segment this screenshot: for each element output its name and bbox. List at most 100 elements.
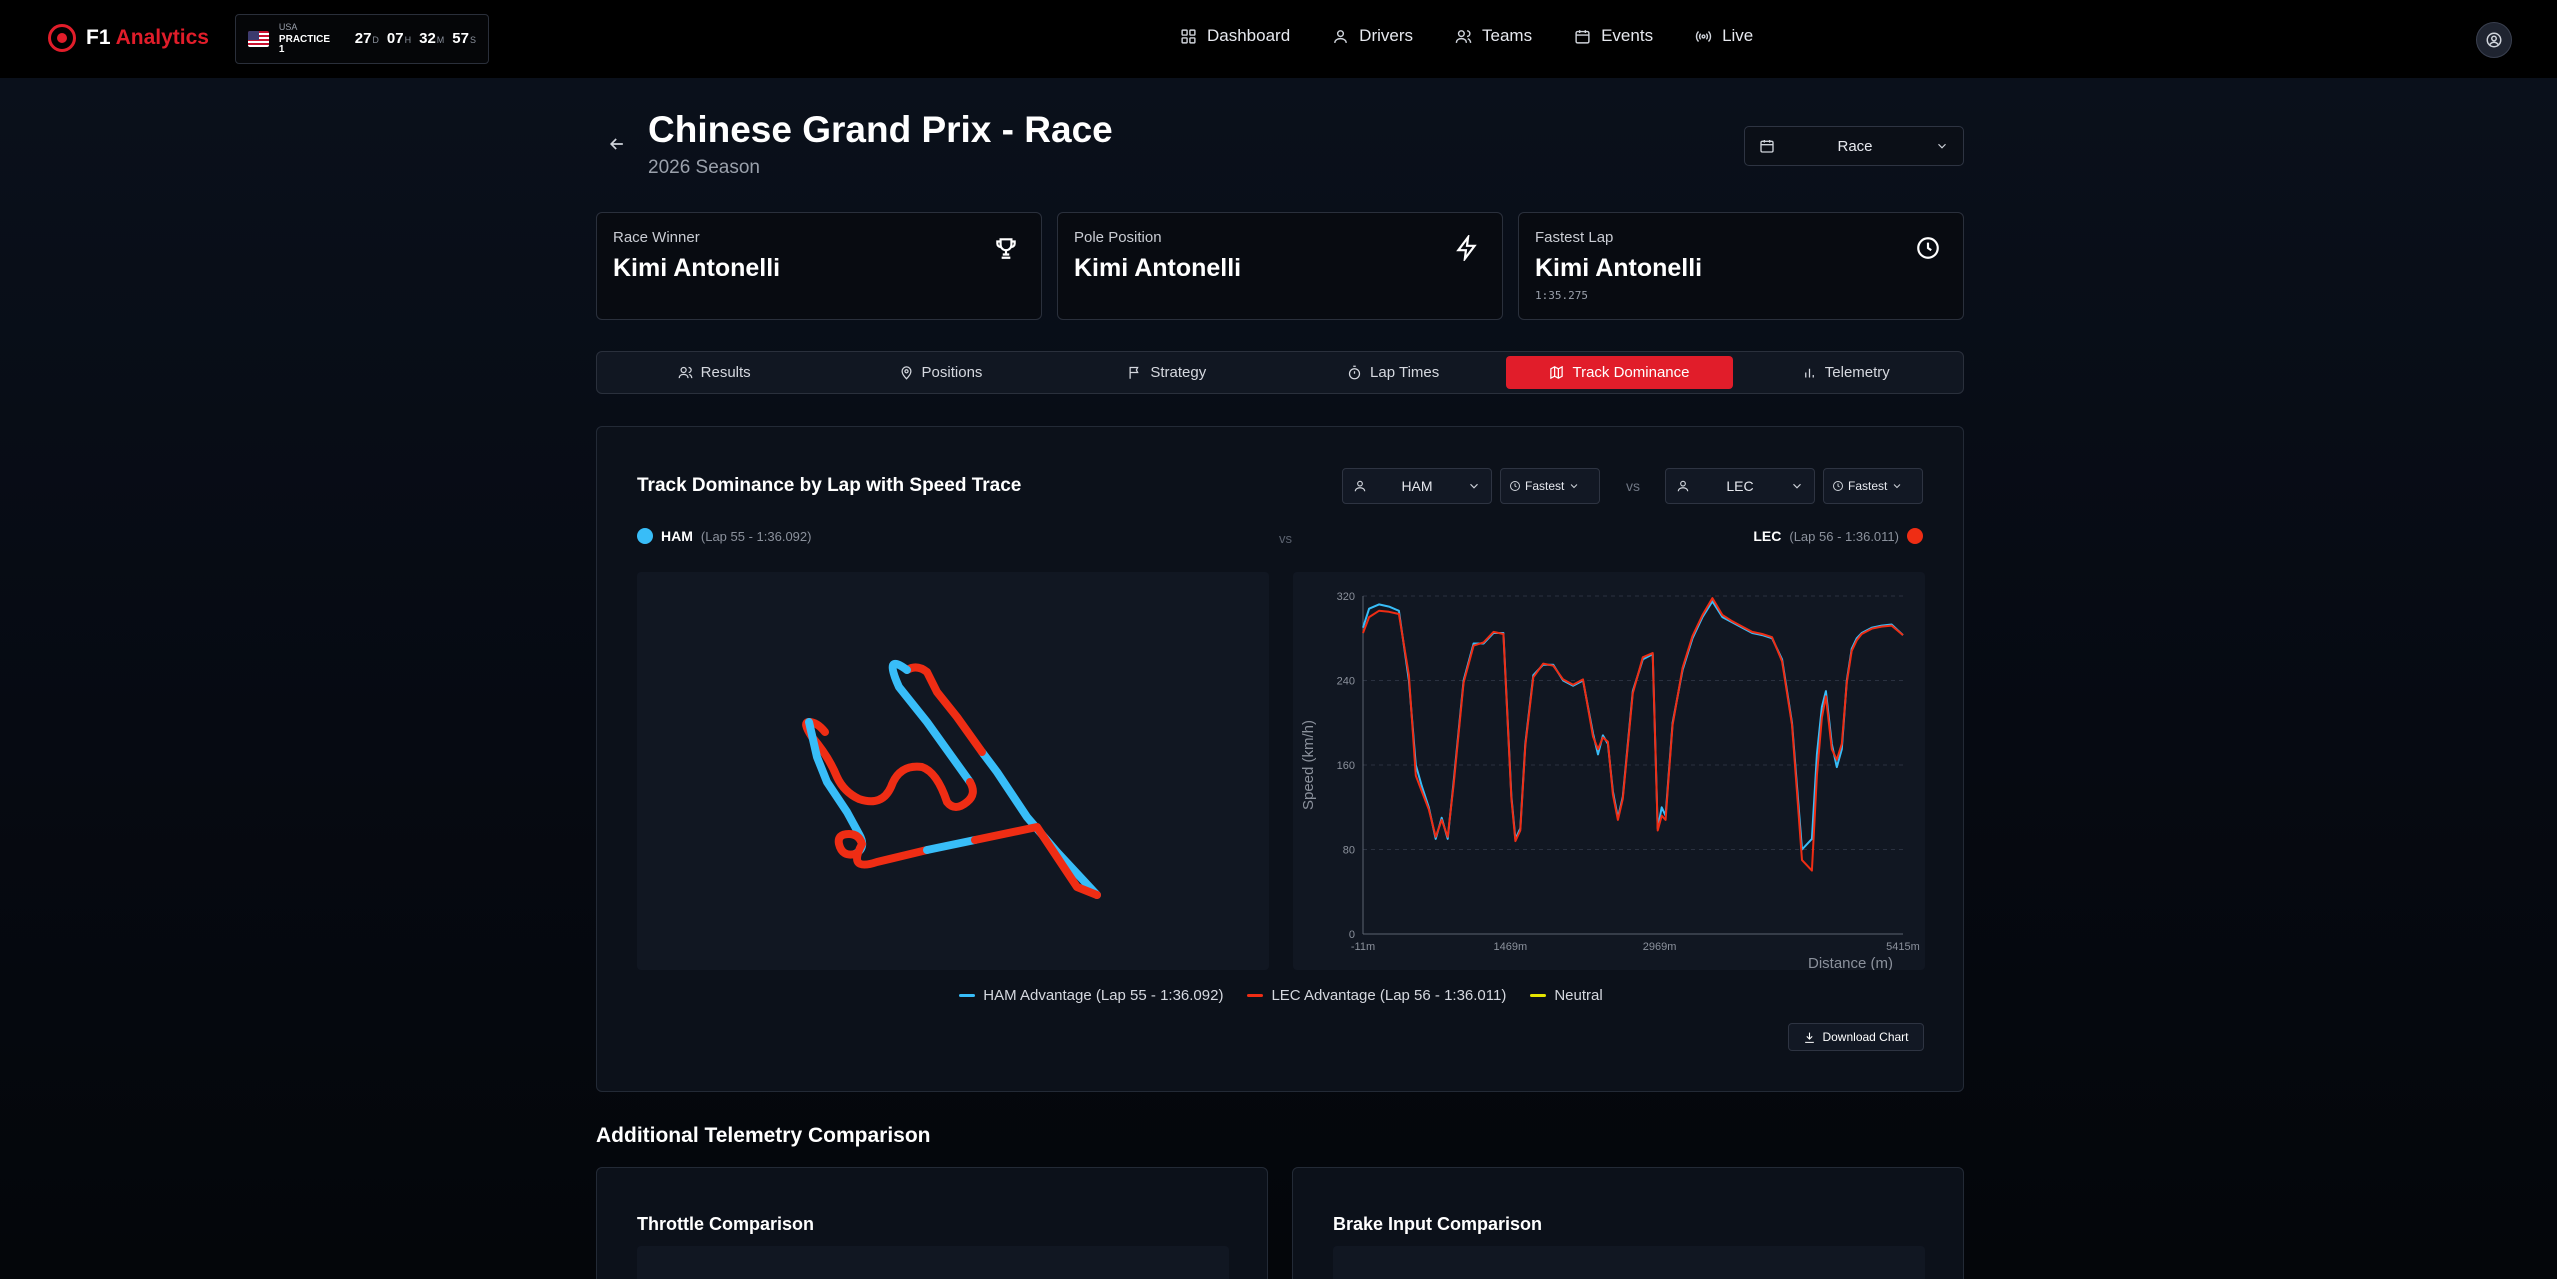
stat-label: Race Winner [613, 229, 700, 246]
driver2-color-dot [1907, 528, 1923, 544]
countdown-seconds: 57 [452, 30, 469, 47]
tab-lap-times[interactable]: Lap Times [1280, 356, 1506, 389]
tab-results[interactable]: Results [601, 356, 827, 389]
download-chart-button[interactable]: Download Chart [1788, 1023, 1924, 1051]
tab-track-dominance[interactable]: Track Dominance [1506, 356, 1733, 389]
x-axis-label: Distance (m) [1808, 955, 1893, 970]
account-button[interactable] [2476, 22, 2512, 58]
nav-teams[interactable]: Teams [1455, 26, 1532, 46]
tab-label: Results [700, 364, 751, 381]
track-map-svg [802, 659, 1101, 899]
stat-value: Kimi Antonelli [1535, 254, 1703, 282]
race-winner-card: Race Winner Kimi Antonelli [596, 212, 1042, 320]
bar-chart-icon [1804, 368, 1814, 378]
driver2-code: LEC [1753, 528, 1782, 544]
driver2-lap-select[interactable]: Fastest [1823, 468, 1923, 504]
chevron-down-icon [1571, 484, 1578, 489]
driver1-select[interactable]: HAM [1342, 468, 1492, 504]
brake-comparison-card: Brake Input Comparison [1292, 1167, 1964, 1279]
chevron-down-icon [1938, 143, 1946, 149]
nav-drivers-label: Drivers [1359, 26, 1414, 45]
brand-name: F1 Analytics [86, 26, 209, 49]
legend-lec-advantage: LEC Advantage (Lap 56 - 1:36.011) [1247, 987, 1506, 1004]
y-tick-label: 160 [1337, 760, 1355, 772]
driver1-legend: HAM (Lap 55 - 1:36.092) [637, 528, 811, 544]
tab-label: Telemetry [1824, 364, 1890, 381]
nav-events-label: Events [1601, 26, 1654, 45]
brand[interactable]: F1 Analytics [48, 24, 209, 52]
driver1-lap-value: Fastest [1525, 479, 1565, 493]
track-map [637, 572, 1269, 970]
driver2-lap-value: Fastest [1848, 479, 1888, 493]
flag-icon [1129, 366, 1140, 379]
vs-divider-label: vs [1279, 531, 1292, 546]
legend-swatch [959, 994, 976, 997]
grid-icon [1181, 28, 1196, 44]
driver1-lap-select[interactable]: Fastest [1500, 468, 1600, 504]
card-title: Brake Input Comparison [1333, 1214, 1543, 1234]
calendar-icon [1760, 140, 1774, 153]
download-icon [1805, 1032, 1815, 1043]
pole-position-card: Pole Position Kimi Antonelli [1057, 212, 1503, 320]
tab-label: Strategy [1150, 364, 1207, 381]
tab-label: Lap Times [1370, 364, 1440, 381]
page-subtitle: 2026 Season [648, 157, 760, 178]
wheel-logo-icon [48, 24, 76, 52]
stopwatch-icon [1348, 365, 1361, 380]
pin-icon [901, 366, 912, 380]
legend-swatch [1530, 994, 1547, 997]
throttle-chart-area [637, 1246, 1229, 1279]
tab-telemetry[interactable]: Telemetry [1733, 356, 1959, 389]
nav-teams-label: Teams [1482, 26, 1533, 45]
x-tick-label: 5415m [1886, 941, 1920, 953]
nav-links: Dashboard Drivers Teams Events Live [1180, 26, 1753, 46]
track-segment-ham [923, 836, 979, 854]
dominance-legend: HAM Advantage (Lap 55 - 1:36.092) LEC Ad… [597, 987, 1965, 1004]
clock-icon [1833, 481, 1843, 491]
countdown-minutes: 32 [419, 30, 436, 47]
session-type-value: Race [1837, 137, 1873, 155]
driver1-value: HAM [1401, 478, 1433, 494]
back-arrow-icon[interactable] [607, 134, 627, 154]
stat-label: Pole Position [1074, 229, 1162, 246]
x-tick-label: 1469m [1493, 941, 1527, 953]
tab-label: Track Dominance [1572, 364, 1690, 381]
driver2-select[interactable]: LEC [1665, 468, 1815, 504]
panel-title: Track Dominance by Lap with Speed Trace [637, 475, 1022, 496]
countdown: 27D 07H 32M 57S [354, 30, 476, 47]
track-segment-lec [834, 830, 931, 869]
tab-strategy[interactable]: Strategy [1054, 356, 1280, 389]
session-type-select[interactable]: Race [1744, 126, 1964, 166]
series-line-lec [1362, 597, 1904, 872]
analysis-tabs: Results Positions Strategy Lap Times Tra… [596, 351, 1964, 394]
track-segment-lec [971, 823, 1101, 899]
fastest-lap-time: 1:35.275 [1535, 289, 1588, 302]
driver2-legend: LEC (Lap 56 - 1:36.011) [1753, 528, 1923, 544]
broadcast-icon [1695, 30, 1712, 42]
tab-positions[interactable]: Positions [827, 356, 1053, 389]
driver2-lap-info: (Lap 56 - 1:36.011) [1789, 528, 1899, 544]
nav-events[interactable]: Events [1574, 26, 1653, 46]
session-country: USA [278, 22, 298, 32]
nav-dashboard[interactable]: Dashboard [1180, 26, 1290, 46]
next-session-countdown[interactable]: USA PRACTICE 1 27D 07H 32M 57S [235, 14, 489, 64]
nav-drivers[interactable]: Drivers [1332, 26, 1413, 46]
track-dominance-panel: Track Dominance by Lap with Speed Trace … [596, 426, 1964, 1092]
brake-chart-area [1333, 1246, 1925, 1279]
nav-live-label: Live [1722, 26, 1754, 45]
track-segment-ham [978, 748, 1101, 899]
map-icon [1550, 365, 1564, 380]
user-icon [1334, 29, 1348, 43]
speed-trace-chart: 0 80 160 240 320 -11m 1469m 2969m 5415m Distance … [1293, 572, 1925, 972]
user-icon [1677, 480, 1689, 492]
stat-value: Kimi Antonelli [1074, 254, 1242, 282]
user-circle-icon [2486, 32, 2502, 48]
additional-telemetry-title: Additional Telemetry Comparison [596, 1124, 931, 1147]
clock-icon [1510, 481, 1520, 491]
session-name: PRACTICE 1 [278, 34, 331, 55]
trophy-icon [996, 238, 1016, 259]
legend-neutral: Neutral [1530, 987, 1603, 1004]
nav-live[interactable]: Live [1695, 26, 1753, 46]
stat-label: Fastest Lap [1535, 229, 1614, 246]
stat-value: Kimi Antonelli [613, 254, 781, 282]
